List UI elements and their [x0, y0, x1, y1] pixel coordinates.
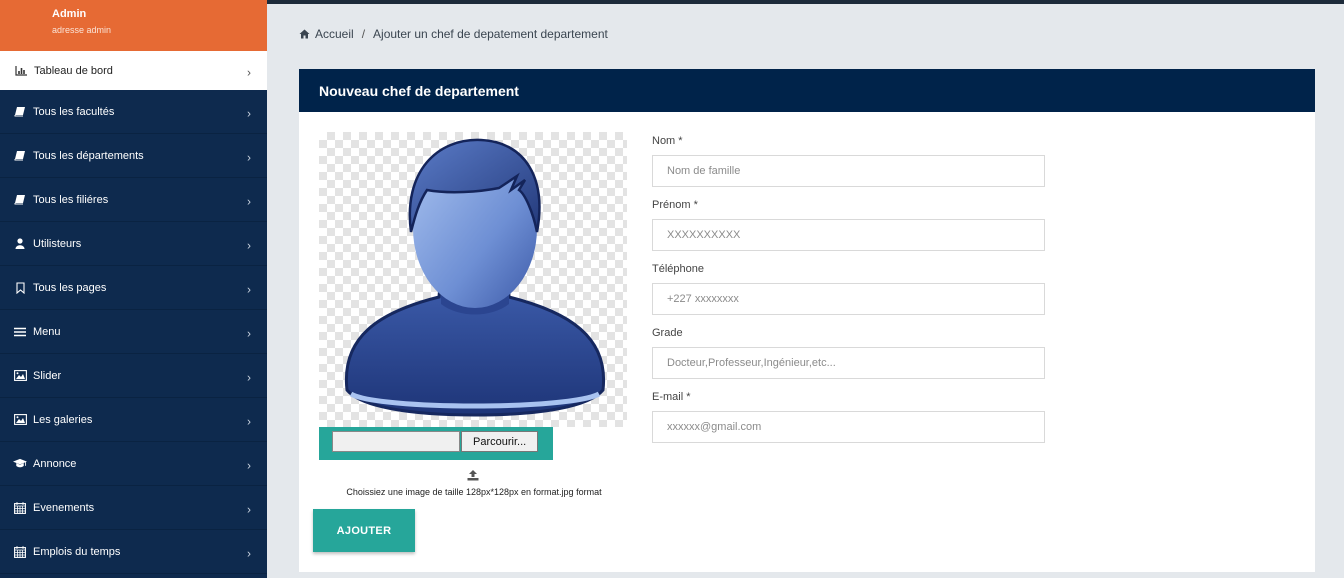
sidebar-item-label: Tableau de bord [34, 64, 113, 77]
sidebar-item-label: Tous les pages [33, 281, 107, 294]
user-icon [13, 237, 27, 251]
sidebar-item-slider[interactable]: Slider › [0, 354, 267, 398]
department-head-form: Nom * Prénom * Téléphone Grade E-mail * [652, 135, 1045, 455]
chevron-right-icon: › [247, 281, 251, 296]
chevron-right-icon: › [247, 237, 251, 252]
profile-block[interactable]: Admin adresse admin [0, 0, 267, 51]
menu-icon [13, 325, 27, 339]
sidebar-item-label: Tous les facultés [33, 105, 115, 118]
sidebar-item-label: Annonce [33, 457, 77, 470]
email-input[interactable] [652, 411, 1045, 443]
sidebar-item-events[interactable]: Evenements › [0, 486, 267, 530]
first-name-input[interactable] [652, 219, 1045, 251]
field-phone: Téléphone [652, 263, 1045, 315]
sidebar-item-label: Evenements [33, 501, 95, 514]
chevron-right-icon: › [247, 325, 251, 340]
breadcrumb-home-link[interactable]: Accueil [315, 27, 354, 41]
upload-hint: Choissiez une image de taille 128px*128p… [346, 487, 602, 497]
sidebar-item-timetables[interactable]: Emplois du temps › [0, 530, 267, 574]
calendar-icon [13, 545, 27, 559]
sidebar: Admin adresse admin Tableau de bord › To… [0, 0, 267, 578]
image-icon [13, 413, 27, 427]
avatar-preview [319, 132, 627, 427]
sidebar-item-users[interactable]: Utilisteurs › [0, 222, 267, 266]
phone-input[interactable] [652, 283, 1045, 315]
grade-input[interactable] [652, 347, 1045, 379]
book-icon [13, 193, 27, 207]
upload-icon [467, 468, 479, 486]
add-button[interactable]: AJOUTER [313, 509, 415, 552]
breadcrumb: Accueil / Ajouter un chef de depatement … [299, 27, 608, 41]
last-name-label: Nom * [652, 135, 683, 147]
book-icon [13, 105, 27, 119]
sidebar-item-label: Emplois du temps [33, 545, 121, 558]
breadcrumb-separator: / [361, 27, 366, 41]
sidebar-item-label: Tous les filiéres [33, 193, 109, 206]
sidebar-item-label: Les galeries [33, 413, 93, 426]
field-email: E-mail * [652, 391, 1045, 443]
sidebar-item-programs[interactable]: Tous les filiéres › [0, 178, 267, 222]
sidebar-item-departments[interactable]: Tous les départements › [0, 134, 267, 178]
grade-label: Grade [652, 327, 683, 339]
sidebar-item-label: Tous les départements [33, 149, 144, 162]
breadcrumb-current: Ajouter un chef de depatement departemen… [373, 27, 608, 41]
card-title: Nouveau chef de departement [299, 69, 1315, 112]
field-first-name: Prénom * [652, 199, 1045, 251]
sidebar-item-dashboard[interactable]: Tableau de bord › [0, 51, 267, 90]
chevron-right-icon: › [247, 413, 251, 428]
chevron-right-icon: › [247, 369, 251, 384]
image-icon [13, 369, 27, 383]
chevron-right-icon: › [247, 149, 251, 164]
sidebar-item-faculties[interactable]: Tous les facultés › [0, 90, 267, 134]
graduation-cap-icon [13, 457, 27, 471]
email-label: E-mail * [652, 391, 691, 403]
sidebar-item-pages[interactable]: Tous les pages › [0, 266, 267, 310]
sidebar-item-label: Utilisteurs [33, 237, 82, 250]
first-name-label: Prénom * [652, 199, 698, 211]
sidebar-item-galleries[interactable]: Les galeries › [0, 398, 267, 442]
profile-name: Admin [52, 8, 87, 20]
last-name-input[interactable] [652, 155, 1045, 187]
chevron-right-icon: › [247, 105, 251, 120]
calendar-icon [13, 501, 27, 515]
bar-chart-icon [14, 64, 28, 78]
book-icon [13, 149, 27, 163]
chevron-right-icon: › [247, 64, 251, 79]
chevron-right-icon: › [247, 193, 251, 208]
profile-subtitle: adresse admin [52, 25, 112, 35]
sidebar-item-label: Slider [33, 369, 62, 382]
chevron-right-icon: › [247, 501, 251, 516]
phone-label: Téléphone [652, 263, 704, 275]
file-upload-bar: Parcourir... [319, 427, 553, 460]
sidebar-item-menu[interactable]: Menu › [0, 310, 267, 354]
field-last-name: Nom * [652, 135, 1045, 187]
sidebar-item-announcements[interactable]: Annonce › [0, 442, 267, 486]
avatar-placeholder-image [344, 138, 606, 417]
chevron-right-icon: › [247, 457, 251, 472]
chevron-right-icon: › [247, 545, 251, 560]
sidebar-item-label: Menu [33, 325, 61, 338]
browse-button[interactable]: Parcourir... [461, 431, 539, 452]
new-department-head-card: Nouveau chef de departement Parcourir...… [299, 69, 1315, 572]
file-path-field[interactable] [332, 431, 460, 452]
field-grade: Grade [652, 327, 1045, 379]
home-icon [299, 29, 310, 39]
bookmark-icon [13, 281, 27, 295]
